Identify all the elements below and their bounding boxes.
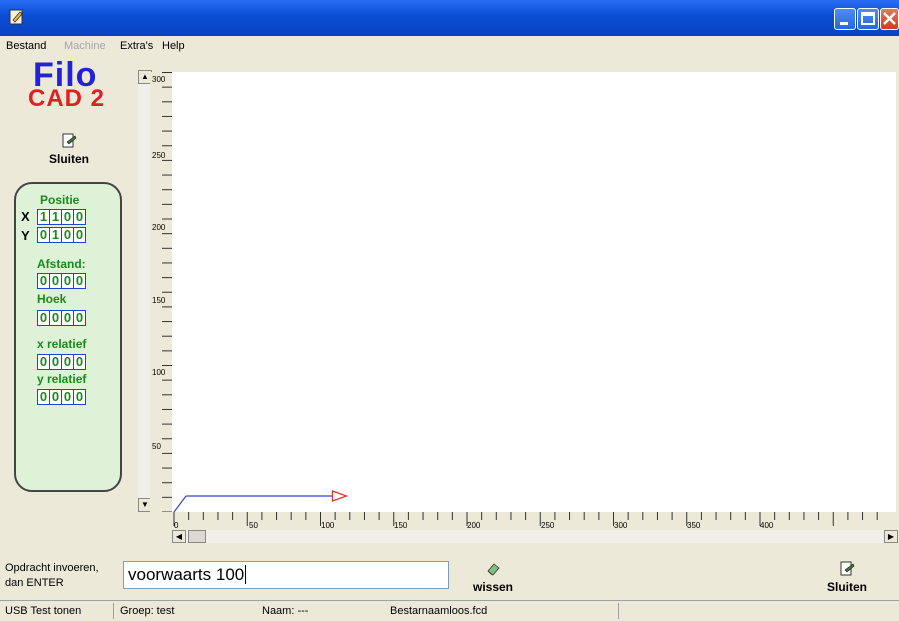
- command-input-value: voorwaarts 100: [128, 565, 245, 584]
- h-label-400: 400: [760, 521, 774, 530]
- digit: 0: [38, 228, 50, 242]
- h-label-100: 100: [321, 521, 335, 530]
- horizontal-scrollbar[interactable]: ◀ ▶: [172, 530, 898, 543]
- status-group: Groep: test: [120, 605, 175, 617]
- status-usb: USB Test tonen: [5, 605, 82, 617]
- digit: 0: [50, 390, 62, 404]
- turtle-path-diagonal: [173, 495, 187, 512]
- angle-display: 0 0 0 0: [37, 310, 86, 326]
- menu-machine[interactable]: Machine: [64, 40, 106, 52]
- digit: 0: [38, 274, 50, 288]
- scroll-thumb[interactable]: [188, 530, 206, 543]
- text-caret: [245, 565, 247, 584]
- turtle-arrow-icon: [331, 490, 349, 502]
- x-position-display: 1 1 0 0: [37, 209, 86, 225]
- h-label-300: 300: [614, 521, 628, 530]
- digit: 0: [50, 274, 62, 288]
- y-relative-label: y relatief: [37, 372, 87, 386]
- minimize-icon: [840, 22, 848, 25]
- vertical-ruler: 300 250 200 150 100 50: [150, 72, 172, 512]
- close-doc-icon: [840, 561, 855, 576]
- angle-label: Hoek: [37, 292, 67, 306]
- distance-label: Afstand:: [37, 257, 86, 271]
- digit: 0: [75, 227, 84, 242]
- scroll-left-button[interactable]: ◀: [172, 530, 186, 543]
- horizontal-ruler: 0 50 100 150 200 250 300 350 400: [172, 512, 896, 530]
- digit: 0: [62, 274, 74, 288]
- v-label-50: 50: [152, 442, 161, 451]
- digit: 1: [38, 210, 50, 224]
- digit: 0: [62, 311, 74, 325]
- menu-bar: Bestand Machine Extra's Help: [0, 36, 899, 56]
- v-label-100: 100: [152, 368, 166, 377]
- left-close-label: Sluiten: [48, 152, 89, 166]
- digit: 0: [75, 209, 84, 224]
- command-prompt-line1: Opdracht invoeren,: [5, 562, 99, 574]
- close-doc-icon: [62, 133, 77, 148]
- h-label-0: 0: [174, 521, 179, 530]
- digit: 0: [75, 310, 84, 325]
- digit: 0: [62, 210, 74, 224]
- digit: 0: [62, 228, 74, 242]
- h-label-350: 350: [687, 521, 701, 530]
- v-label-300: 300: [152, 75, 166, 84]
- y-axis-label: Y: [21, 228, 30, 243]
- minimize-button[interactable]: [834, 8, 856, 30]
- status-separator: [618, 603, 619, 619]
- h-label-200: 200: [467, 521, 481, 530]
- command-prompt-line2: dan ENTER: [5, 577, 64, 589]
- status-file: Bestarnaamloos.fcd: [390, 605, 488, 617]
- status-bar: USB Test tonen Groep: test Naam: --- Bes…: [0, 600, 899, 621]
- h-label-250: 250: [541, 521, 555, 530]
- maximize-button[interactable]: [857, 8, 879, 30]
- digit: 1: [50, 228, 62, 242]
- bottom-close-label: Sluiten: [826, 580, 867, 594]
- title-bar: [0, 0, 899, 36]
- v-label-200: 200: [152, 223, 166, 232]
- digit: 0: [75, 354, 84, 369]
- command-input[interactable]: voorwaarts 100: [123, 561, 449, 589]
- menu-help[interactable]: Help: [162, 40, 185, 52]
- y-position-display: 0 1 0 0: [37, 227, 86, 243]
- status-separator: [113, 603, 114, 619]
- v-label-150: 150: [152, 296, 166, 305]
- digit: 0: [62, 390, 74, 404]
- h-label-150: 150: [394, 521, 408, 530]
- digit: 0: [50, 311, 62, 325]
- eraser-icon: [487, 563, 500, 576]
- digit: 0: [62, 355, 74, 369]
- clear-label: wissen: [472, 580, 514, 594]
- left-close-button[interactable]: Sluiten: [44, 133, 94, 166]
- menu-bestand[interactable]: Bestand: [6, 40, 46, 52]
- close-icon: [883, 12, 896, 25]
- digit: 0: [38, 355, 50, 369]
- scroll-right-button[interactable]: ▶: [884, 530, 898, 543]
- digit: 0: [50, 355, 62, 369]
- menu-extras[interactable]: Extra's: [120, 40, 153, 52]
- drawing-layer: [173, 490, 349, 512]
- digit: 1: [50, 210, 62, 224]
- digit: 0: [75, 389, 84, 404]
- h-label-50: 50: [249, 521, 258, 530]
- x-axis-label: X: [21, 209, 30, 224]
- command-prompt: Opdracht invoeren, dan ENTER: [5, 561, 99, 591]
- clear-button[interactable]: wissen: [466, 561, 520, 594]
- app-icon: [9, 9, 23, 25]
- close-window-button[interactable]: [880, 8, 899, 30]
- v-label-250: 250: [152, 151, 166, 160]
- x-relative-label: x relatief: [37, 337, 87, 351]
- y-relative-display: 0 0 0 0: [37, 389, 86, 405]
- digit: 0: [38, 390, 50, 404]
- maximize-icon: [861, 12, 875, 25]
- x-relative-display: 0 0 0 0: [37, 354, 86, 370]
- digit: 0: [38, 311, 50, 325]
- status-name: Naam: ---: [262, 605, 309, 617]
- logo-cad: CAD 2: [28, 85, 106, 112]
- distance-display: 0 0 0 0: [37, 273, 86, 289]
- digit: 0: [75, 273, 84, 288]
- position-label: Positie: [40, 193, 80, 207]
- bottom-close-button[interactable]: Sluiten: [820, 561, 874, 594]
